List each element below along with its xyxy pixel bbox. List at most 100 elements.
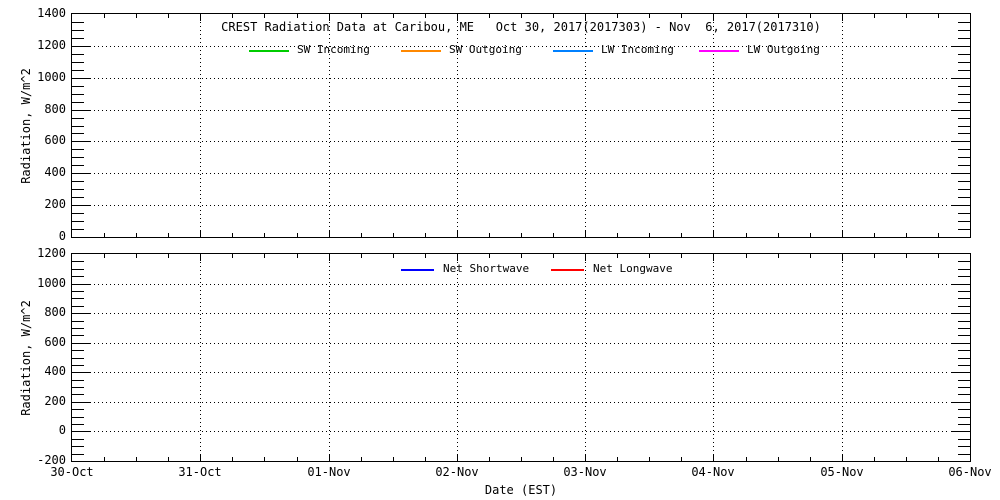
x-minor-tick-top [425,14,426,18]
y-major-tick-left [72,402,91,403]
y-minor-tick-right [958,197,970,198]
x-minor-tick-top [617,14,618,18]
y-minor-tick-right [958,118,970,119]
y-minor-tick-right [958,165,970,166]
y-minor-tick-left [72,38,84,39]
y-major-tick-right [951,402,970,403]
y-minor-tick-left [72,181,84,182]
x-day-gridline [200,14,201,237]
y-minor-tick-left [72,213,84,214]
y-minor-tick-right [958,126,970,127]
y-minor-tick-left [72,321,84,322]
y-minor-tick-left [72,197,84,198]
x-minor-tick-bottom [746,457,747,461]
x-tick-label: 01-Nov [307,465,351,479]
x-minor-tick-bottom [104,457,105,461]
y-minor-tick-right [958,229,970,230]
x-minor-tick-bottom [425,457,426,461]
y-minor-tick-right [958,149,970,150]
y-minor-tick-left [72,387,84,388]
x-minor-tick-top [874,14,875,18]
x-minor-tick-top [906,254,907,258]
y-tick-label: 600 [44,133,66,147]
x-minor-tick-bottom [136,233,137,237]
y-tick-label: 200 [44,394,66,408]
legend-swatch-line [249,50,289,52]
y-minor-tick-right [958,417,970,418]
y-minor-tick-left [72,157,84,158]
legend-label: SW Outgoing [449,43,522,56]
x-minor-tick-top [489,14,490,18]
y-minor-tick-right [958,321,970,322]
y-major-tick-left [72,78,91,79]
x-minor-tick-bottom [393,457,394,461]
y-minor-tick-right [958,189,970,190]
legend-swatch-line [551,269,584,271]
x-minor-tick-top [746,14,747,18]
y-minor-tick-right [958,350,970,351]
y-major-tick-left [72,372,91,373]
x-minor-tick-bottom [264,233,265,237]
y-minor-tick-left [72,54,84,55]
y-tick-label: 0 [58,229,66,243]
y-minor-tick-left [72,446,84,447]
x-minor-tick-top [553,14,554,18]
y-minor-tick-right [958,181,970,182]
y-tick-label: 1000 [37,276,66,290]
y-minor-tick-left [72,126,84,127]
y-major-tick-left [72,343,91,344]
y-minor-tick-right [958,380,970,381]
legend-swatch-line [401,50,441,52]
x-minor-tick-top [104,14,105,18]
x-minor-tick-top [361,254,362,258]
x-minor-tick-bottom [553,233,554,237]
x-minor-tick-bottom [810,233,811,237]
x-minor-tick-bottom [489,233,490,237]
y-tick-label: 600 [44,335,66,349]
x-minor-tick-top [232,14,233,18]
panel-top-radiation-components: SW Incoming SW Outgoing LW Incoming LW Outg… [71,13,971,238]
y-minor-tick-left [72,424,84,425]
legend-label: LW Incoming [601,43,674,56]
y-minor-tick-right [958,387,970,388]
x-tick-label: 04-Nov [691,465,735,479]
y-tick-label: 1400 [37,6,66,20]
y-major-tick-left [72,46,91,47]
y-major-tick-left [72,173,91,174]
y-minor-tick-right [958,328,970,329]
y-minor-tick-right [958,365,970,366]
x-day-gridline [842,254,843,461]
x-minor-tick-top [778,14,779,18]
y-minor-tick-left [72,62,84,63]
legend-swatch-line [401,269,434,271]
legend-label: LW Outgoing [747,43,820,56]
y-minor-tick-left [72,454,84,455]
x-minor-tick-bottom [874,457,875,461]
y-minor-tick-left [72,229,84,230]
y-minor-tick-left [72,350,84,351]
y-gridline [94,205,948,206]
x-minor-tick-top [393,254,394,258]
x-minor-tick-bottom [553,457,554,461]
x-minor-tick-top [264,254,265,258]
y-major-tick-right [951,46,970,47]
y-major-tick-left [72,141,91,142]
y-minor-tick-left [72,221,84,222]
legend-label: Net Shortwave [443,262,530,275]
x-minor-tick-top [297,254,298,258]
x-minor-tick-top [649,14,650,18]
y-minor-tick-right [958,424,970,425]
y-major-tick-right [951,141,970,142]
y-gridline [94,78,948,79]
x-minor-tick-bottom [425,233,426,237]
x-minor-tick-bottom [361,457,362,461]
y-minor-tick-left [72,417,84,418]
x-minor-tick-bottom [906,457,907,461]
y-gridline [94,313,948,314]
x-minor-tick-top [361,14,362,18]
x-minor-tick-bottom [232,233,233,237]
y-tick-label: 800 [44,305,66,319]
y-minor-tick-right [958,335,970,336]
x-day-gridline [200,254,201,461]
y-gridline [94,431,948,432]
